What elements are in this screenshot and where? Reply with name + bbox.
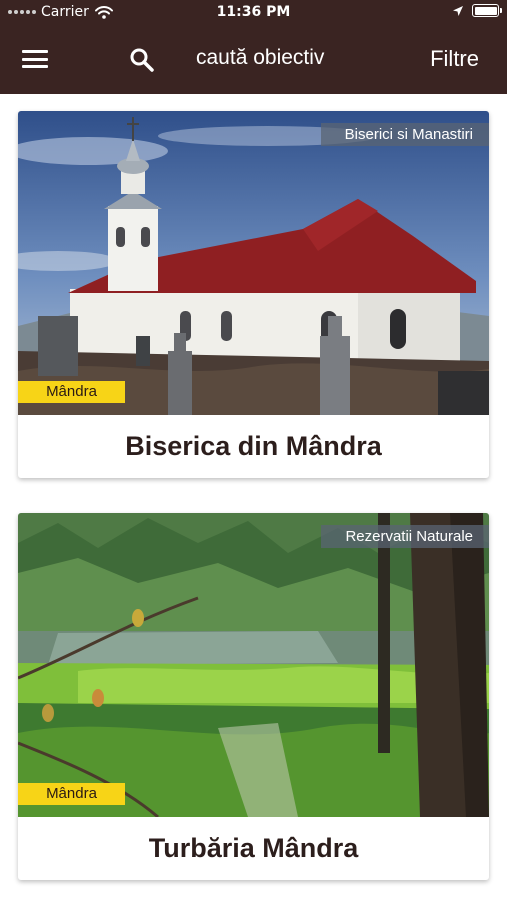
- search-button[interactable]: [128, 46, 156, 74]
- battery-icon: [472, 4, 502, 17]
- location-badge: Mândra: [18, 783, 125, 805]
- attraction-card[interactable]: Rezervatii Naturale Mândra Turbăria Mând…: [18, 513, 489, 880]
- navigation-bar: caută obiectiv Filtre: [0, 26, 507, 94]
- menu-icon-bar: [22, 65, 48, 68]
- category-badge: Biserici si Manastiri: [320, 123, 489, 146]
- menu-button[interactable]: [22, 48, 48, 70]
- attraction-card[interactable]: Biserici si Manastiri Mândra Biserica di…: [18, 111, 489, 478]
- card-title[interactable]: Biserica din Mândra: [18, 415, 489, 478]
- location-arrow-icon: [453, 5, 463, 16]
- status-right: [452, 4, 502, 17]
- filter-button[interactable]: Filtre: [430, 46, 479, 72]
- search-icon: [130, 48, 154, 72]
- app-header: Carrier 11:36 PM caută obiectiv Filtre: [0, 0, 507, 94]
- search-input[interactable]: caută obiectiv: [196, 46, 324, 70]
- menu-icon-bar: [22, 57, 48, 61]
- location-badge: Mândra: [18, 381, 125, 403]
- category-badge: Rezervatii Naturale: [321, 525, 489, 548]
- peat-bog-photo: Rezervatii Naturale Mândra: [18, 513, 489, 817]
- status-time: 11:36 PM: [216, 4, 291, 20]
- card-title[interactable]: Turbăria Mândra: [18, 817, 489, 880]
- menu-icon-bar: [22, 50, 48, 53]
- status-bar: Carrier 11:36 PM: [0, 0, 507, 26]
- church-photo: Biserici si Manastiri Mândra: [18, 111, 489, 415]
